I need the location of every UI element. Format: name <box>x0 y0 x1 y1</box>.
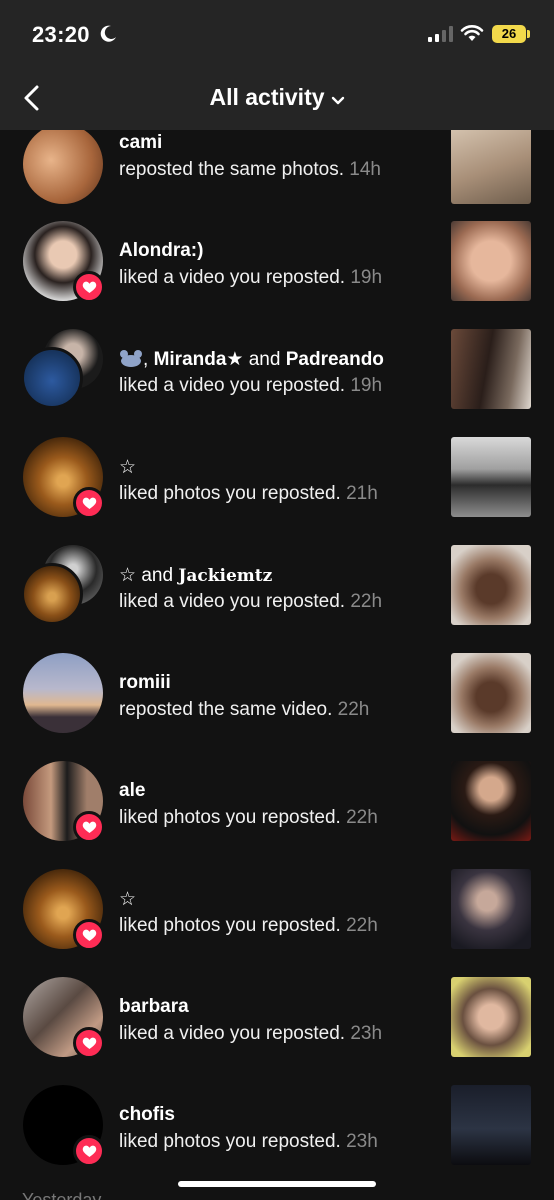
activity-username[interactable]: ☆ <box>119 456 136 479</box>
timestamp: 22h <box>346 807 378 828</box>
post-thumbnail[interactable] <box>451 437 531 517</box>
chevron-down-icon <box>331 96 344 104</box>
activity-text: liked a video you reposted. 23h <box>119 1023 382 1045</box>
activity-row[interactable]: , Miranda★ and Padreando liked a video y… <box>0 326 554 434</box>
timestamp: 14h <box>349 159 381 180</box>
like-badge <box>73 919 105 951</box>
activity-username[interactable]: cami <box>119 132 162 154</box>
user-avatar[interactable] <box>21 347 83 409</box>
heart-icon <box>82 1145 96 1157</box>
activity-row[interactable]: Alondra:) liked a video you reposted. 19… <box>0 218 554 326</box>
post-thumbnail[interactable] <box>451 653 531 733</box>
activity-row[interactable]: cami reposted the same photos. 14h <box>0 130 554 218</box>
name-conjunction: and <box>243 349 286 370</box>
action-label: liked a video you reposted. <box>119 267 346 288</box>
heart-icon <box>82 1037 96 1049</box>
username-part[interactable]: Padreando <box>286 349 384 370</box>
username-part[interactable]: Jackiemtz <box>178 566 272 586</box>
cellular-signal-icon <box>428 26 453 42</box>
timestamp: 23h <box>350 1023 383 1044</box>
activity-row[interactable]: barbara liked a video you reposted. 23h <box>0 974 554 1082</box>
name-conjunction: and <box>136 565 179 586</box>
activity-row[interactable]: ☆ liked photos you reposted. 21h <box>0 434 554 542</box>
username-part[interactable]: Miranda★ <box>154 349 244 370</box>
activity-text: liked photos you reposted. 23h <box>119 1131 378 1153</box>
action-label: liked photos you reposted. <box>119 807 341 828</box>
wifi-icon <box>460 25 484 41</box>
timestamp: 19h <box>350 267 383 288</box>
battery-tip <box>527 30 530 38</box>
timestamp: 22h <box>350 591 383 612</box>
activity-text: liked a video you reposted. 19h <box>119 375 382 397</box>
activity-row[interactable]: ☆ liked photos you reposted. 22h <box>0 866 554 974</box>
timestamp: 21h <box>346 483 378 504</box>
activity-username[interactable]: ☆ <box>119 888 136 911</box>
activity-username[interactable]: Alondra:) <box>119 240 203 262</box>
name-separator: , <box>143 349 154 370</box>
user-avatar[interactable] <box>21 563 83 625</box>
activity-username[interactable]: , Miranda★ and Padreando <box>119 348 384 371</box>
action-label: liked photos you reposted. <box>119 483 341 504</box>
activity-text: liked a video you reposted. 22h <box>119 591 382 613</box>
timestamp: 22h <box>346 915 378 936</box>
activity-row[interactable]: chofis liked photos you reposted. 23h <box>0 1082 554 1190</box>
activity-username[interactable]: romiii <box>119 672 171 694</box>
post-thumbnail[interactable] <box>451 1085 531 1165</box>
timestamp: 23h <box>346 1131 378 1152</box>
activity-text: reposted the same video. 22h <box>119 699 369 721</box>
nav-bar: All activity <box>0 66 554 130</box>
bear-emoji-icon <box>120 350 142 367</box>
status-bar: 23:20 26 <box>0 0 554 66</box>
post-thumbnail[interactable] <box>451 761 531 841</box>
user-avatar[interactable] <box>23 130 103 204</box>
post-thumbnail[interactable] <box>451 221 531 301</box>
like-badge <box>73 271 105 303</box>
battery-level: 26 <box>501 26 517 41</box>
action-label: liked photos you reposted. <box>119 915 341 936</box>
post-thumbnail[interactable] <box>451 130 531 204</box>
post-thumbnail[interactable] <box>451 329 531 409</box>
activity-feed[interactable]: cami reposted the same photos. 14h Alond… <box>0 130 554 1200</box>
like-badge <box>73 811 105 843</box>
moon-icon <box>100 25 116 42</box>
home-indicator[interactable] <box>178 1181 376 1187</box>
section-header: Yesterday <box>22 1190 102 1200</box>
activity-username[interactable]: ☆ and Jackiemtz <box>119 564 272 587</box>
like-badge <box>73 1027 105 1059</box>
post-thumbnail[interactable] <box>451 545 531 625</box>
activity-row[interactable]: romiii reposted the same video. 22h <box>0 650 554 758</box>
action-label: reposted the same photos. <box>119 159 344 180</box>
activity-text: liked photos you reposted. 21h <box>119 483 378 505</box>
activity-text: liked photos you reposted. 22h <box>119 915 378 937</box>
action-label: liked a video you reposted. <box>119 1023 346 1044</box>
heart-icon <box>82 821 96 833</box>
action-label: liked a video you reposted. <box>119 591 346 612</box>
timestamp: 19h <box>350 375 383 396</box>
action-label: liked a video you reposted. <box>119 375 346 396</box>
like-badge <box>73 487 105 519</box>
action-label: liked photos you reposted. <box>119 1131 341 1152</box>
activity-text: liked photos you reposted. 22h <box>119 807 378 829</box>
activity-row[interactable]: ale liked photos you reposted. 22h <box>0 758 554 866</box>
action-label: reposted the same video. <box>119 699 333 720</box>
activity-text: liked a video you reposted. 19h <box>119 267 382 289</box>
heart-icon <box>82 929 96 941</box>
post-thumbnail[interactable] <box>451 977 531 1057</box>
activity-filter-dropdown[interactable]: All activity <box>0 84 554 111</box>
like-badge <box>73 1135 105 1167</box>
page-title: All activity <box>209 84 325 110</box>
timestamp: 22h <box>337 699 370 720</box>
user-avatar[interactable] <box>23 653 103 733</box>
status-time: 23:20 <box>32 22 90 47</box>
activity-username[interactable]: barbara <box>119 996 189 1018</box>
activity-username[interactable]: ale <box>119 780 145 802</box>
battery-icon: 26 <box>492 25 526 43</box>
activity-row[interactable]: ☆ and Jackiemtz liked a video you repost… <box>0 542 554 650</box>
activity-text: reposted the same photos. 14h <box>119 159 381 181</box>
activity-username[interactable]: chofis <box>119 1104 175 1126</box>
heart-icon <box>82 497 96 509</box>
heart-icon <box>82 281 96 293</box>
post-thumbnail[interactable] <box>451 869 531 949</box>
username-part[interactable]: ☆ <box>119 565 136 586</box>
